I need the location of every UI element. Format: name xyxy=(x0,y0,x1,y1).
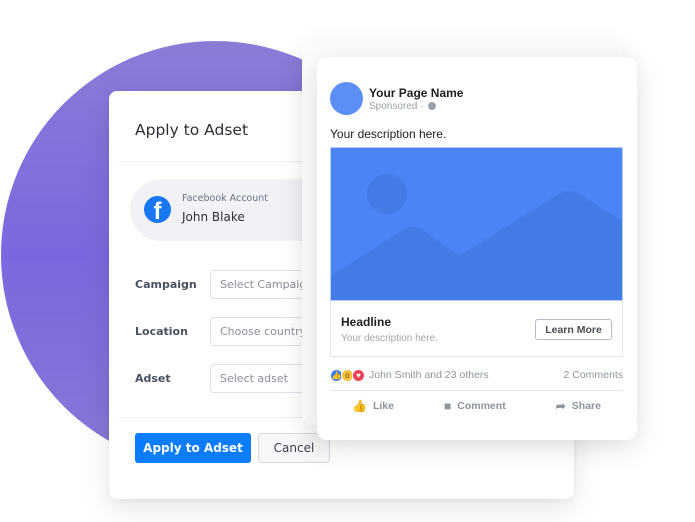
ad-headline: Headline xyxy=(341,315,392,329)
sponsored-label: Sponsored · xyxy=(369,101,437,112)
facebook-ad-preview: Your Page Name Sponsored · Your descript… xyxy=(317,57,637,440)
adset-label: Adset xyxy=(135,372,171,385)
account-label: Facebook Account xyxy=(182,193,269,204)
image-placeholder-icon xyxy=(331,148,622,300)
comment-button[interactable]: ■ Comment xyxy=(444,399,506,413)
like-button[interactable]: 👍 Like xyxy=(352,399,394,413)
link-preview: Headline Your description here. Learn Mo… xyxy=(330,301,623,357)
share-button[interactable]: ➦ Share xyxy=(556,399,601,413)
page-name: Your Page Name xyxy=(369,86,464,100)
comments-count[interactable]: 2 Comments xyxy=(563,369,623,381)
apply-to-adset-button[interactable]: Apply to Adset xyxy=(135,433,251,463)
love-reaction-icon: ♥ xyxy=(352,368,365,382)
ad-link-description: Your description here. xyxy=(341,333,438,344)
location-label: Location xyxy=(135,325,188,338)
like-label: Like xyxy=(372,400,394,412)
image-placeholder xyxy=(330,147,623,301)
account-name: John Blake xyxy=(182,210,245,224)
share-label: Share xyxy=(571,400,601,412)
comment-icon: ■ xyxy=(444,399,452,413)
cancel-button[interactable]: Cancel xyxy=(258,433,330,463)
campaign-label: Campaign xyxy=(135,278,197,291)
reactions-text: John Smith and 23 others xyxy=(369,369,489,381)
post-actions: 👍 Like ■ Comment ➦ Share xyxy=(330,399,623,413)
sponsored-text: Sponsored · xyxy=(369,101,424,112)
thumbs-up-icon: 👍 xyxy=(352,399,367,413)
share-icon: ➦ xyxy=(555,399,566,413)
post-description: Your description here. xyxy=(330,127,447,141)
comment-label: Comment xyxy=(457,400,506,412)
facebook-logo-icon: f xyxy=(144,196,171,223)
divider xyxy=(330,390,623,391)
page-avatar xyxy=(330,82,363,115)
reactions-summary[interactable]: 👍 o ♥ John Smith and 23 others xyxy=(330,368,489,382)
learn-more-button[interactable]: Learn More xyxy=(535,319,612,340)
globe-icon xyxy=(428,102,437,110)
dialog-title: Apply to Adset xyxy=(135,121,249,139)
